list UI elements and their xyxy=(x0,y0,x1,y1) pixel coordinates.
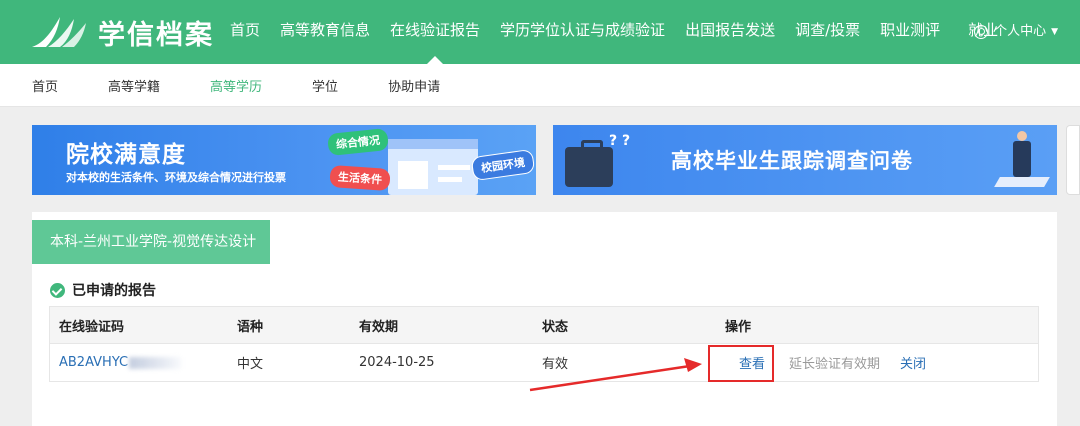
annotation-arrow xyxy=(529,358,702,392)
